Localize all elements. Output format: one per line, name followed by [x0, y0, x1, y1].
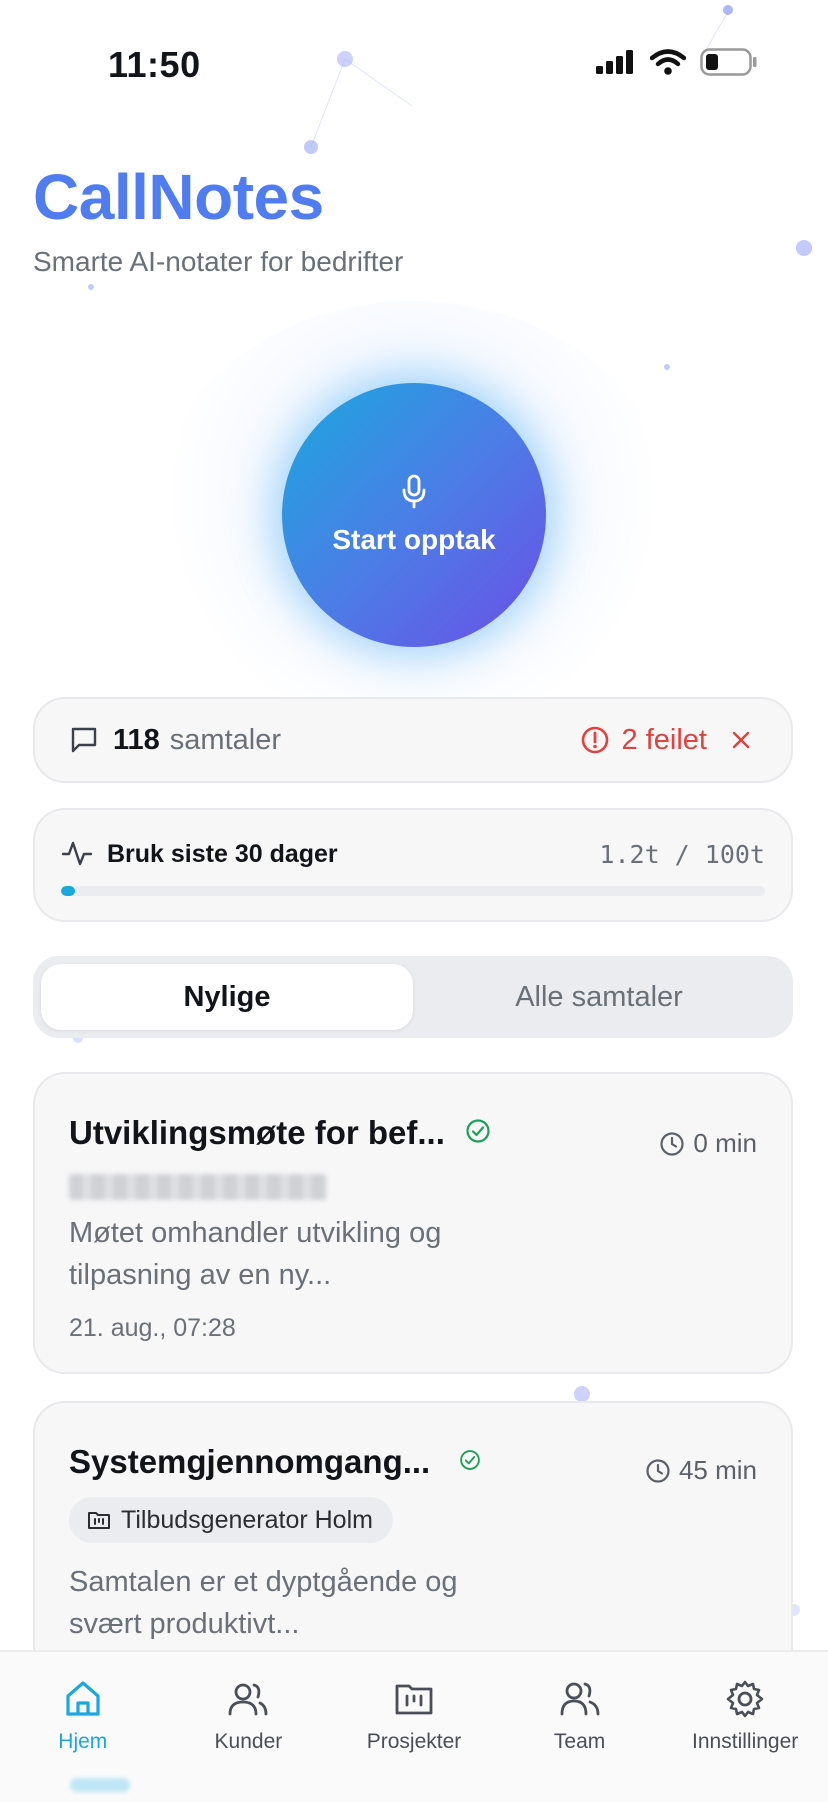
- project-chip[interactable]: Tilbudsgenerator Holm: [69, 1497, 393, 1543]
- conversation-filter-tabs: Nylige Alle samtaler: [33, 956, 793, 1038]
- start-recording-button[interactable]: Start opptak: [282, 383, 546, 647]
- chat-bubble-icon: [71, 727, 97, 753]
- status-bar: 11:50: [0, 0, 828, 120]
- nav-customers-label: Kunder: [214, 1730, 283, 1753]
- tab-all-conversations[interactable]: Alle samtaler: [413, 964, 785, 1030]
- clock-icon: [646, 1458, 670, 1483]
- check-circle-icon: [466, 1119, 490, 1143]
- home-indicator: [70, 1778, 130, 1792]
- conversation-date: 21. aug., 07:28: [69, 1314, 236, 1342]
- duration-text: 45 min: [678, 1455, 757, 1485]
- users-icon: [228, 1683, 268, 1716]
- alert-circle-icon: [581, 726, 608, 754]
- activity-icon: [61, 841, 93, 866]
- nav-projects-label: Prosjekter: [366, 1730, 462, 1753]
- conversation-summary: Møtet omhandler utvikling og tilpasning …: [69, 1217, 442, 1291]
- clock-icon: [660, 1131, 685, 1156]
- failed-badge[interactable]: 2 feilet: [580, 724, 751, 757]
- usage-title: Bruk siste 30 dager: [107, 840, 338, 868]
- conversation-summary: Samtalen er et dyptgående og svært produ…: [69, 1566, 458, 1640]
- status-time: 11:50: [108, 44, 201, 85]
- failed-count: 2 feilet: [621, 723, 707, 756]
- status-icons: [596, 48, 758, 76]
- usage-value: 1.2t / 100t: [599, 840, 765, 869]
- duration-text: 0 min: [693, 1128, 757, 1158]
- app-subtitle: Smarte AI-notater for bedrifter: [33, 246, 404, 277]
- team-icon: [560, 1682, 599, 1716]
- project-folder-icon: [88, 1512, 110, 1529]
- conversation-count: 118: [113, 723, 160, 756]
- dismiss-icon[interactable]: [731, 730, 751, 750]
- conversation-card[interactable]: Utviklingsmøte for bef... 0 min Møtet om…: [33, 1072, 793, 1374]
- conversation-duration: 0 min: [659, 1128, 757, 1159]
- usage-progress-track: [61, 886, 765, 896]
- usage-card: Bruk siste 30 dager 1.2t / 100t: [33, 808, 793, 922]
- nav-team[interactable]: Team: [497, 1652, 663, 1802]
- folder-icon: [395, 1684, 433, 1715]
- nav-home-label: Hjem: [58, 1730, 108, 1753]
- redacted-customer-name: [69, 1174, 327, 1200]
- conversation-title: Utviklingsmøte for bef...: [69, 1114, 445, 1151]
- nav-customers[interactable]: Kunder: [166, 1652, 332, 1802]
- home-icon: [66, 1681, 100, 1716]
- conversation-count-label: samtaler: [169, 723, 281, 756]
- nav-settings-label: Innstillinger: [692, 1730, 799, 1753]
- tab-recent[interactable]: Nylige: [41, 964, 413, 1030]
- project-chip-label: Tilbudsgenerator Holm: [121, 1505, 373, 1534]
- cellular-signal-icon: [596, 50, 633, 74]
- conversation-title: Systemgjennomgang...: [69, 1443, 431, 1480]
- nav-settings[interactable]: Innstillinger: [662, 1652, 828, 1802]
- nav-team-label: Team: [553, 1730, 606, 1753]
- usage-progress-fill: [61, 886, 75, 896]
- gear-icon: [726, 1680, 764, 1718]
- conversation-stats-card: 118 samtaler 2 feilet: [33, 697, 793, 783]
- wifi-icon: [650, 49, 686, 75]
- conversation-duration: 45 min: [645, 1455, 757, 1486]
- battery-icon: [700, 48, 757, 76]
- start-recording-label: Start opptak: [332, 524, 496, 555]
- nav-projects[interactable]: Prosjekter: [331, 1652, 497, 1802]
- check-circle-icon: [460, 1450, 480, 1470]
- app-title: CallNotes: [33, 161, 324, 233]
- microphone-icon: [402, 474, 426, 509]
